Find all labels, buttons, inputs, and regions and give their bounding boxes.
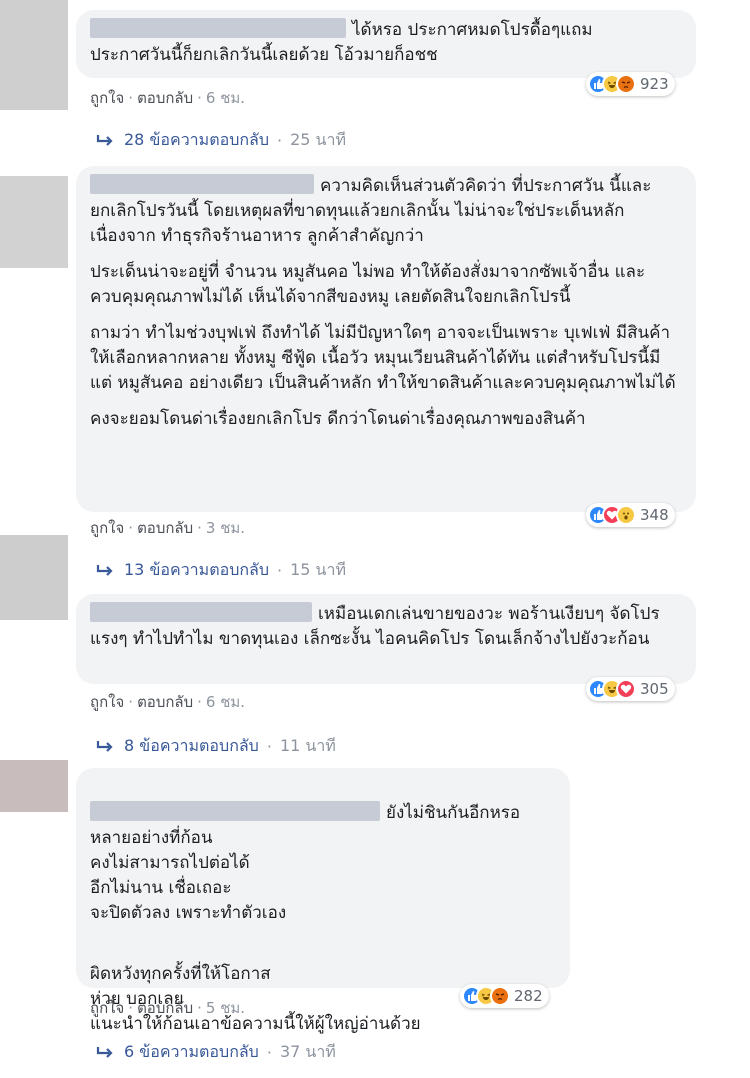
reply-arrow-icon	[96, 134, 113, 146]
redacted-author-name[interactable]	[90, 801, 380, 821]
comment-text: หลายอย่างที่ก้อน คงไม่สามารถไปต่อได้ อีก…	[90, 828, 287, 923]
replies-count: 8 ข้อความตอบกลับ	[124, 736, 259, 755]
comment-text: ยังไม่ชินกันอีกหรอ	[386, 803, 521, 823]
redacted-author-name[interactable]	[90, 602, 312, 622]
like-link[interactable]: ถูกใจ	[90, 693, 124, 711]
reaction-count: 282	[514, 987, 543, 1005]
comment: ได้หรอ ประกาศหมดโปรดื้อๆแถมประกาศวันนี้ก…	[76, 10, 696, 78]
comment-actions: ถูกใจ · ตอบกลับ · 3 ชม.	[90, 519, 246, 537]
reaction-count: 305	[640, 680, 669, 698]
replies-count: 13 ข้อความตอบกลับ	[124, 560, 270, 579]
reaction-summary[interactable]: 305	[586, 677, 675, 701]
avatar[interactable]	[0, 535, 68, 620]
comment-text: เหมือนเดกเล่นขายของวะ พอร้านเงียบๆ	[318, 604, 605, 624]
redacted-author-name[interactable]	[90, 18, 346, 38]
replies-time: 15 นาที	[290, 560, 347, 579]
reply-arrow-icon	[96, 564, 113, 576]
like-link[interactable]: ถูกใจ	[90, 519, 124, 537]
comment-bubble: เหมือนเดกเล่นขายของวะ พอร้านเงียบๆ จัดโป…	[76, 594, 696, 684]
comment: ความคิดเห็นส่วนตัวคิดว่า ที่ประกาศวัน นี…	[76, 166, 696, 512]
angry-icon	[616, 74, 636, 94]
reaction-count: 348	[640, 506, 669, 524]
redacted-author-name[interactable]	[90, 174, 314, 194]
comment-text: ประเด็นน่าจะอยู่ที่ จำนวน หมูสันคอ ไม่พอ…	[90, 262, 646, 307]
comment-actions: ถูกใจ · ตอบกลับ · 5 ชม.	[90, 999, 246, 1017]
comment-time[interactable]: 3 ชม.	[206, 519, 245, 537]
comment-text: ถามว่า ทำไมช่วงบุฟเฟ่ ถึงทำได้ ไม่มีปัญห…	[90, 323, 676, 393]
comment-bubble: ได้หรอ ประกาศหมดโปรดื้อๆแถมประกาศวันนี้ก…	[76, 10, 696, 78]
comment-bubble: ยังไม่ชินกันอีกหรอ หลายอย่างที่ก้อน คงไม…	[76, 768, 570, 1034]
comment: ยังไม่ชินกันอีกหรอ หลายอย่างที่ก้อน คงไม…	[76, 768, 570, 1034]
love-icon	[616, 679, 636, 699]
reply-link[interactable]: ตอบกลับ	[137, 89, 193, 107]
like-link[interactable]: ถูกใจ	[90, 999, 124, 1017]
reaction-summary[interactable]: 348	[586, 503, 675, 527]
comment-time[interactable]: 5 ชม.	[206, 999, 245, 1017]
comment-text: คงจะยอมโดนด่าเรื่องยกเลิกโปร ดีกว่าโดนด่…	[90, 409, 586, 429]
comment: เหมือนเดกเล่นขายของวะ พอร้านเงียบๆ จัดโป…	[76, 594, 696, 684]
comment-text: ประกาศวันนี้ก็ยกเลิกวันนี้เลยด้วย โอ้วมา…	[90, 45, 438, 65]
angry-icon	[490, 986, 510, 1006]
comment-bubble: ความคิดเห็นส่วนตัวคิดว่า ที่ประกาศวัน นี…	[76, 166, 696, 512]
view-replies-link[interactable]: 8 ข้อความตอบกลับ · 11 นาที	[96, 734, 336, 759]
reply-link[interactable]: ตอบกลับ	[137, 519, 193, 537]
replies-time: 11 นาที	[279, 736, 336, 755]
comment-actions: ถูกใจ · ตอบกลับ · 6 ชม.	[90, 89, 246, 107]
view-replies-link[interactable]: 28 ข้อความตอบกลับ · 25 นาที	[96, 128, 346, 153]
comment-time[interactable]: 6 ชม.	[206, 89, 245, 107]
replies-time: 25 นาที	[290, 130, 347, 149]
replies-count: 6 ข้อความตอบกลับ	[124, 1042, 259, 1061]
comment-actions: ถูกใจ · ตอบกลับ · 6 ชม.	[90, 693, 246, 711]
reply-link[interactable]: ตอบกลับ	[137, 693, 193, 711]
comment-text: ได้หรอ ประกาศหมดโปรดื้อๆแถม	[352, 20, 593, 40]
view-replies-link[interactable]: 13 ข้อความตอบกลับ · 15 นาที	[96, 558, 346, 583]
avatar[interactable]	[0, 0, 68, 110]
comment-text: ความคิดเห็นส่วนตัวคิดว่า ที่ประกาศวัน	[320, 176, 604, 196]
reply-arrow-icon	[96, 740, 113, 752]
comment-time[interactable]: 6 ชม.	[206, 693, 245, 711]
avatar[interactable]	[0, 176, 68, 268]
replies-count: 28 ข้อความตอบกลับ	[124, 130, 270, 149]
reply-link[interactable]: ตอบกลับ	[137, 999, 193, 1017]
avatar[interactable]	[0, 760, 68, 812]
reply-arrow-icon	[96, 1046, 113, 1058]
reaction-summary[interactable]: 282	[460, 984, 549, 1008]
reaction-summary[interactable]: 923	[586, 72, 675, 96]
replies-time: 37 นาที	[279, 1042, 336, 1061]
wow-icon	[616, 505, 636, 525]
reaction-count: 923	[640, 75, 669, 93]
view-replies-link[interactable]: 6 ข้อความตอบกลับ · 37 นาที	[96, 1040, 336, 1065]
like-link[interactable]: ถูกใจ	[90, 89, 124, 107]
